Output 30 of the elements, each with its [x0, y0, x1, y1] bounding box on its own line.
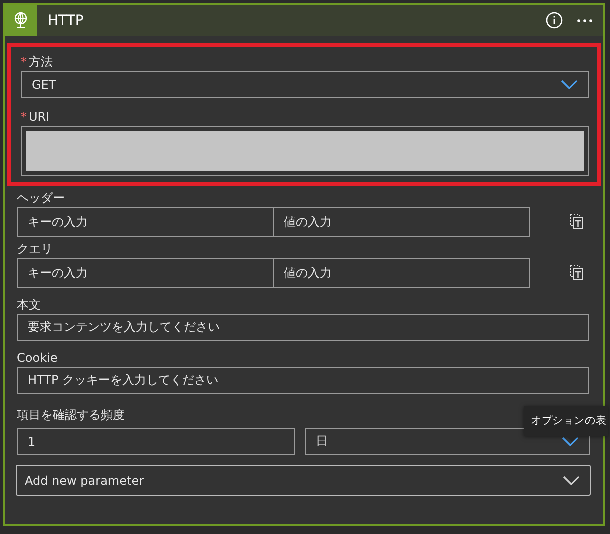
tooltip: オプションの表 [524, 406, 608, 436]
text-field[interactable]: 要求コンテンツを入力してください [17, 314, 589, 341]
card-title: HTTP [48, 12, 85, 28]
key-field[interactable]: キーの入力 [17, 207, 274, 237]
field-label: URI [29, 110, 50, 124]
chevron-down-icon [562, 436, 579, 446]
more-icon[interactable] [577, 18, 593, 22]
key-field[interactable]: キーの入力 [17, 258, 274, 288]
required-asterisk: * [21, 110, 27, 124]
required-asterisk: * [21, 55, 27, 69]
value-field[interactable]: 値の入力 [273, 258, 530, 288]
method-dropdown[interactable]: GET [21, 71, 589, 98]
value-field[interactable]: 値の入力 [273, 207, 530, 237]
field-label: ヘッダー [17, 190, 65, 206]
field-label: 本文 [17, 296, 41, 314]
interval-field[interactable]: 1 [17, 428, 295, 455]
field-label: 方法 [29, 54, 53, 70]
field-label: 項目を確認する頻度 [17, 406, 125, 424]
globe-icon [14, 12, 28, 29]
unit-dropdown[interactable]: 日 [305, 428, 590, 455]
text-field[interactable]: HTTP クッキーを入力してください [17, 367, 589, 394]
chevron-down-icon [563, 476, 580, 486]
info-icon[interactable] [546, 12, 563, 29]
delete-icon[interactable] [570, 214, 584, 230]
delete-icon[interactable] [570, 265, 584, 281]
tooltip-arrow [566, 436, 578, 442]
chevron-down-icon [561, 80, 578, 90]
field-label: クエリ [17, 240, 53, 258]
add-parameter-dropdown[interactable]: Add new parameter [16, 465, 591, 496]
field-label: Cookie [17, 351, 58, 365]
